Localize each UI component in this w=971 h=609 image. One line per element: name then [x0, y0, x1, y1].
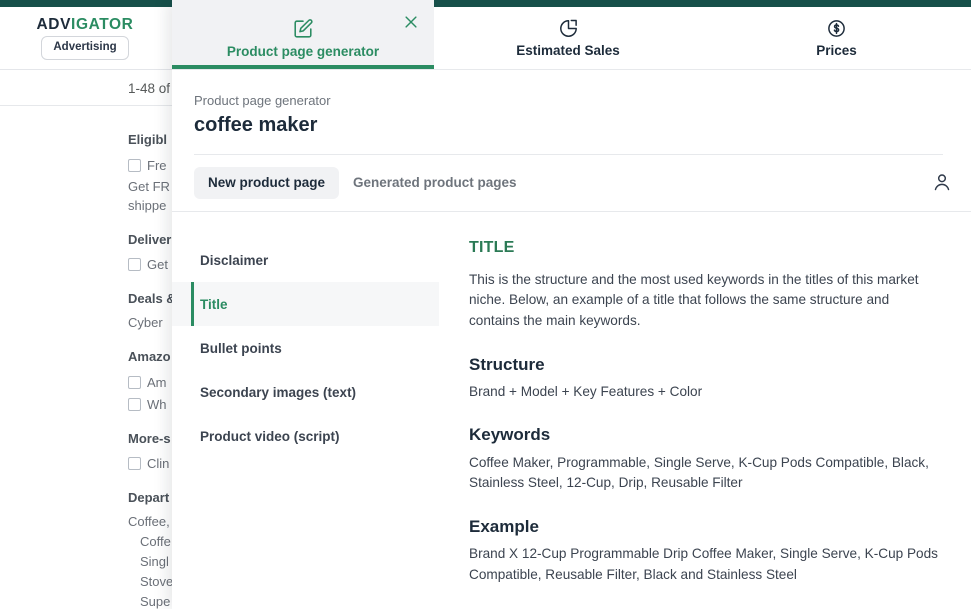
filter-group-heading: Depart — [128, 489, 170, 505]
filter-checkbox-row[interactable]: Fre — [128, 156, 172, 176]
checkbox-icon[interactable] — [128, 375, 141, 389]
filter-group: Amazo Am Wh — [128, 347, 172, 415]
filter-checkbox-label: Am — [147, 374, 167, 390]
checkbox-icon[interactable] — [128, 398, 141, 412]
logo-text: ADVIGATOR — [37, 17, 134, 33]
filter-note: Get FR — [128, 179, 170, 194]
filter-group-heading: Eligibl — [128, 132, 167, 147]
panel-body: Disclaimer Title Bullet points Secondary im… — [172, 212, 971, 604]
page-title: coffee maker — [194, 114, 318, 137]
panel-content: TITLE This is the structure and the most… — [439, 212, 971, 604]
filter-checkbox-label: Clin — [147, 456, 170, 472]
filter-group: Deliver Get — [128, 230, 172, 275]
filter-note: Coffee, — [128, 514, 170, 530]
filter-group: Deals & Cyber — [128, 289, 172, 333]
filter-group-heading: Deals & — [128, 290, 172, 306]
sidebar-item-product-video-script[interactable]: Product video (script) — [172, 414, 439, 458]
panel-side-nav: Disclaimer Title Bullet points Secondary im… — [172, 212, 439, 604]
tab-product-page-generator[interactable]: Product page generator — [172, 0, 434, 69]
section-body-structure: Brand + Model + Key Features + Color — [469, 383, 703, 399]
tab-prices[interactable]: Prices — [702, 0, 971, 69]
filter-checkbox-label: Get — [147, 257, 168, 273]
sidebar-item-label: Secondary images (text) — [200, 384, 357, 400]
filter-checkbox-row[interactable]: Wh — [128, 395, 172, 415]
subtab-new-product-page[interactable]: New product page — [194, 167, 340, 200]
tab-label-product-page-generator: Product page generator — [226, 43, 380, 59]
content-intro: This is the structure and the most used … — [469, 271, 919, 328]
panel-subtabs: New product page Generated product pages — [172, 155, 971, 200]
filter-checkbox-row[interactable]: Clin — [128, 454, 172, 474]
filter-checkbox-row[interactable]: Get — [128, 255, 172, 275]
checkbox-icon[interactable] — [128, 158, 141, 172]
sidebar-item-label: Bullet points — [200, 340, 282, 356]
advertising-button[interactable]: Advertising — [41, 36, 129, 61]
filter-sublink[interactable]: Stove — [128, 572, 172, 592]
filter-group-heading: More-s — [128, 430, 171, 446]
tab-estimated-sales[interactable]: Estimated Sales — [434, 0, 702, 69]
filter-note: Cyber — [128, 315, 163, 331]
content-title: TITLE — [469, 239, 515, 257]
brand-logo[interactable]: ADVIGATOR Advertising — [0, 7, 170, 70]
panel-tab-bar: Product page generator Estimated Sales P… — [172, 0, 971, 70]
tab-label-prices: Prices — [816, 43, 857, 59]
checkbox-icon[interactable] — [128, 457, 141, 471]
subtab-generated-product-pages[interactable]: Generated product pages — [339, 167, 531, 199]
panel-kicker: Product page generator — [194, 93, 331, 108]
section-body-example: Brand X 12-Cup Programmable Drip Coffee … — [469, 546, 938, 582]
tab-label-estimated-sales: Estimated Sales — [516, 43, 620, 59]
filter-sublink[interactable]: Singl — [128, 552, 172, 572]
panel-header: Product page generator coffee maker — [172, 70, 971, 138]
logo-text-adv: ADV — [36, 15, 72, 33]
sidebar-item-label: Disclaimer — [200, 252, 269, 268]
app-root: ADVIGATOR Advertising 1-48 of Eligibl Fre… — [0, 0, 971, 609]
filter-checkbox-label: Fre — [147, 157, 167, 173]
sidebar-item-disclaimer[interactable]: Disclaimer — [172, 238, 439, 282]
filter-note: shippe — [128, 197, 167, 213]
product-page-generator-panel: Product page generator Estimated Sales P… — [172, 0, 971, 609]
filter-sublink[interactable]: Supe — [128, 592, 172, 609]
edit-pencil-icon — [292, 18, 314, 40]
sidebar-item-secondary-images-text[interactable]: Secondary images (text) — [172, 370, 439, 414]
pie-chart-icon — [558, 18, 579, 39]
section-body-keywords: Coffee Maker, Programmable, Single Serve… — [469, 454, 929, 491]
section-heading-example: Example — [469, 517, 539, 536]
section-heading-keywords: Keywords — [469, 425, 551, 445]
dollar-circle-icon — [826, 18, 847, 39]
filter-group: DepartCoffee,CoffeSinglStoveSupeSemi — [128, 488, 172, 609]
filter-group: More-s Clin — [128, 429, 172, 474]
filter-group-heading: Deliver — [128, 231, 172, 247]
filter-group: Eligibl Fre Get FR shippe — [128, 130, 172, 216]
results-count-label: 1-48 of — [127, 81, 170, 96]
checkbox-icon[interactable] — [128, 258, 141, 272]
sidebar-item-bullet-points[interactable]: Bullet points — [172, 326, 439, 370]
user-icon[interactable] — [931, 171, 953, 193]
sidebar-item-label: Product video (script) — [200, 428, 340, 444]
sidebar-item-title[interactable]: Title — [172, 282, 439, 327]
filter-checkbox-row[interactable]: Am — [128, 373, 172, 393]
filter-sublink[interactable]: Coffe — [128, 532, 172, 552]
logo-text-igator: IGATOR — [71, 15, 134, 33]
section-heading-structure: Structure — [469, 354, 545, 374]
filters-sidebar: Eligibl Fre Get FR shippe Deliver Get Deals & C… — [0, 106, 172, 609]
sidebar-item-label: Title — [200, 296, 228, 312]
close-icon[interactable] — [402, 13, 420, 31]
filter-group-heading: Amazo — [128, 349, 171, 365]
filter-checkbox-label: Wh — [147, 397, 167, 413]
